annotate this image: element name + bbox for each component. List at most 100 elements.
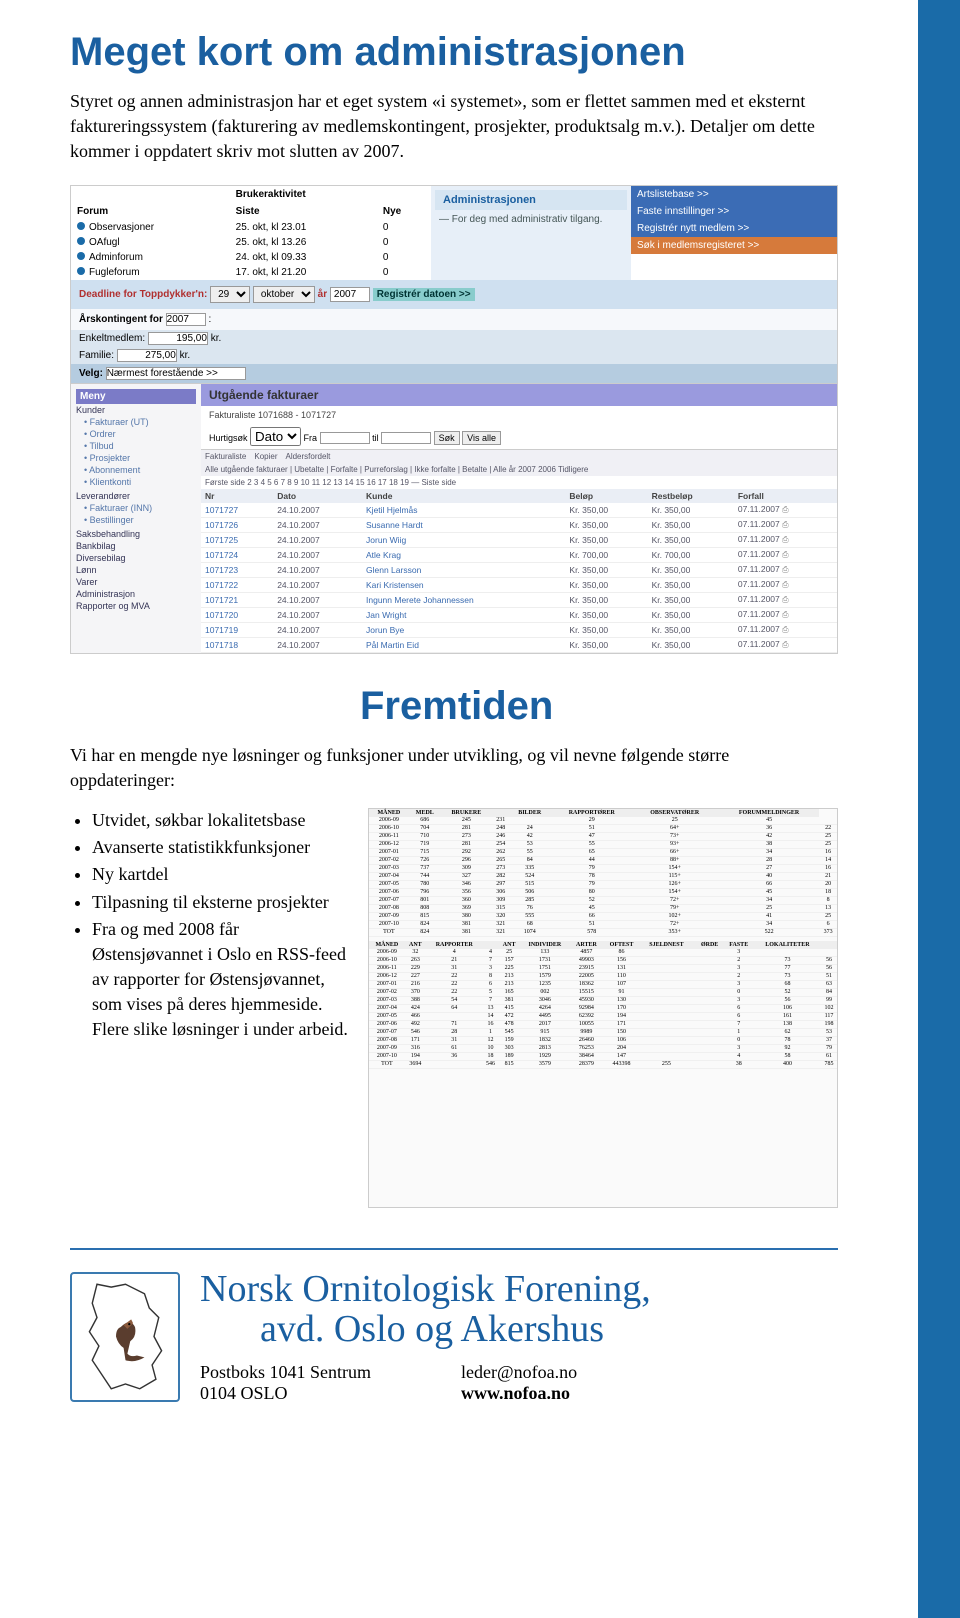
- org-name-line2: avd. Oslo og Akershus: [200, 1310, 651, 1350]
- search-fra[interactable]: [320, 432, 370, 444]
- org-addr2: 0104 OSLO: [200, 1383, 371, 1404]
- meny-header: Meny: [76, 389, 196, 404]
- right-accent-bar: [918, 0, 960, 1618]
- meny-item[interactable]: Rapporter og MVA: [76, 600, 196, 612]
- table-row[interactable]: 107171824.10.2007Pål Martin EidKr. 350,0…: [201, 637, 837, 652]
- meny-item[interactable]: Kunder: [76, 404, 196, 416]
- meny-item[interactable]: • Bestillinger: [76, 514, 196, 526]
- org-name-line1: Norsk Ornitologisk Forening,: [200, 1270, 651, 1310]
- stats-table-bottom: MÅNEDANTRAPPORTERANTINDIVIDERARTEROFTEST…: [369, 941, 837, 1069]
- table-row[interactable]: 107171924.10.2007Jorun ByeKr. 350,00Kr. …: [201, 622, 837, 637]
- table-row[interactable]: 107172324.10.2007Glenn LarssonKr. 350,00…: [201, 562, 837, 577]
- meny-item[interactable]: Saksbehandling: [76, 528, 196, 540]
- org-logo: [70, 1272, 180, 1402]
- bullet-list: Utvidet, søkbar lokalitetsbaseAvanserte …: [70, 808, 353, 1043]
- col-nye: Nye: [377, 203, 431, 220]
- fakturer-header: Utgående fakturaer: [201, 384, 837, 406]
- fakturer-sub: Fakturaliste 1071688 - 1071727: [201, 406, 837, 424]
- table-row[interactable]: 107172424.10.2007Atle KragKr. 700,00Kr. …: [201, 547, 837, 562]
- meny-item[interactable]: • Abonnement: [76, 464, 196, 476]
- kontingent-enkelt: Enkeltmedlem: kr.: [71, 330, 837, 347]
- search-field[interactable]: Dato: [250, 427, 301, 446]
- table-row[interactable]: 107172024.10.2007Jan WrightKr. 350,00Kr.…: [201, 607, 837, 622]
- meny-item[interactable]: • Prosjekter: [76, 452, 196, 464]
- table-row[interactable]: 107172724.10.2007Kjetil HjelmåsKr. 350,0…: [201, 503, 837, 518]
- forum-row[interactable]: Fugleforum: [71, 265, 230, 280]
- footer: Norsk Ornitologisk Forening, avd. Oslo o…: [70, 1270, 838, 1404]
- heading-admin: Meget kort om administrasjonen: [70, 30, 838, 75]
- org-email: leder@nofoa.no: [461, 1362, 577, 1383]
- meny-column: Meny Kunder• Fakturaer (UT)• Ordrer• Til…: [71, 384, 201, 653]
- footer-divider: [70, 1248, 838, 1250]
- fakturer-toolbar: Hurtigsøk Dato Fra til Søk Vis alle: [201, 424, 837, 450]
- fakturer-filterbar: Alle utgående fakturaer | Ubetalte | For…: [201, 463, 837, 476]
- forum-row[interactable]: Observasjoner: [71, 220, 230, 235]
- admin-paragraph: Styret og annen administrasjon har et eg…: [70, 89, 838, 165]
- col-forum: Forum: [71, 203, 230, 220]
- fakturer-tab[interactable]: Aldersfordelt: [285, 452, 330, 461]
- org-addr1: Postboks 1041 Sentrum: [200, 1362, 371, 1383]
- search-til[interactable]: [381, 432, 431, 444]
- meny-item[interactable]: Diversebilag: [76, 552, 196, 564]
- bullet-item: Tilpasning til eksterne prosjekter: [92, 890, 353, 915]
- fakturer-pagination: Første side 2 3 4 5 6 7 8 9 10 11 12 13 …: [201, 476, 837, 489]
- table-row[interactable]: 107172224.10.2007Kari KristensenKr. 350,…: [201, 577, 837, 592]
- fakturer-tab[interactable]: Fakturaliste: [205, 452, 246, 461]
- bullet-item: Utvidet, søkbar lokalitetsbase: [92, 808, 353, 833]
- velg-label: Velg:: [79, 368, 103, 379]
- kontingent-year[interactable]: [166, 313, 206, 326]
- forum-table: Brukeraktivitet Forum Siste Nye Observas…: [71, 186, 431, 280]
- stats-screenshot: MÅNEDMEDLBRUKEREBILDERRAPPORTØREROBSERVA…: [368, 808, 838, 1208]
- deadline-year-label: år: [318, 289, 327, 300]
- bullet-item: Ny kartdel: [92, 862, 353, 887]
- forum-row[interactable]: Adminforum: [71, 250, 230, 265]
- meny-item[interactable]: Lønn: [76, 564, 196, 576]
- fakturer-tabs-row: Fakturaliste Kopier Aldersfordelt: [201, 450, 837, 463]
- col-activity: Brukeraktivitet: [230, 186, 377, 203]
- deadline-register-btn[interactable]: Registrér datoen >>: [373, 288, 475, 301]
- fakturer-table: NrDatoKundeBeløpRestbeløpForfall 1071727…: [201, 489, 837, 653]
- kontingent-header-row: Årskontingent for :: [71, 309, 837, 330]
- admin-screenshot: Brukeraktivitet Forum Siste Nye Observas…: [70, 185, 838, 654]
- admin-sub: — For deg med administrativ tilgang.: [435, 210, 627, 229]
- meny-item[interactable]: • Fakturaer (INN): [76, 502, 196, 514]
- future-paragraph: Vi har en mengde nye løsninger og funksj…: [70, 743, 838, 793]
- velg-input[interactable]: [106, 367, 246, 380]
- org-site: www.nofoa.no: [461, 1383, 577, 1404]
- table-row[interactable]: 107172524.10.2007Jorun WiigKr. 350,00Kr.…: [201, 532, 837, 547]
- meny-item[interactable]: Varer: [76, 576, 196, 588]
- meny-item[interactable]: • Tilbud: [76, 440, 196, 452]
- search-sok-btn[interactable]: Søk: [434, 431, 460, 445]
- search-visalle-btn[interactable]: Vis alle: [462, 431, 501, 445]
- bullet-item: Fra og med 2008 får Østensjøvannet i Osl…: [92, 917, 353, 1043]
- deadline-day[interactable]: 29: [210, 286, 250, 303]
- col-siste: Siste: [230, 203, 377, 220]
- deadline-year[interactable]: [330, 287, 370, 302]
- grebe-map-icon: [78, 1279, 173, 1394]
- bullet-item: Avanserte statistikkfunksjoner: [92, 835, 353, 860]
- velg-row: Velg:: [71, 364, 837, 383]
- deadline-month[interactable]: oktober: [253, 286, 315, 303]
- admin-link[interactable]: Registrér nytt medlem >>: [631, 220, 837, 237]
- deadline-row: Deadline for Toppdykker'n: 29 oktober år…: [71, 280, 837, 309]
- meny-item[interactable]: Leverandører: [76, 490, 196, 502]
- fakturer-tab[interactable]: Kopier: [254, 452, 277, 461]
- admin-header: Administrasjonen: [435, 190, 627, 210]
- table-row[interactable]: 107172124.10.2007Ingunn Merete Johanness…: [201, 592, 837, 607]
- meny-item[interactable]: • Klientkonti: [76, 476, 196, 488]
- admin-link[interactable]: Faste innstillinger >>: [631, 203, 837, 220]
- heading-future: Fremtiden: [360, 684, 838, 729]
- admin-link[interactable]: Artslistebase >>: [631, 186, 837, 203]
- deadline-label: Deadline for Toppdykker'n:: [79, 289, 207, 300]
- admin-link[interactable]: Søk i medlemsregisteret >>: [631, 237, 837, 254]
- familie-value[interactable]: [117, 349, 177, 362]
- meny-item[interactable]: • Ordrer: [76, 428, 196, 440]
- enkelt-value[interactable]: [148, 332, 208, 345]
- forum-row[interactable]: OAfugl: [71, 235, 230, 250]
- meny-item[interactable]: Administrasjon: [76, 588, 196, 600]
- table-row[interactable]: 107172624.10.2007Susanne HardtKr. 350,00…: [201, 517, 837, 532]
- meny-item[interactable]: Bankbilag: [76, 540, 196, 552]
- kontingent-header: Årskontingent for: [79, 314, 163, 325]
- meny-item[interactable]: • Fakturaer (UT): [76, 416, 196, 428]
- kontingent-familie: Familie: kr.: [71, 347, 837, 364]
